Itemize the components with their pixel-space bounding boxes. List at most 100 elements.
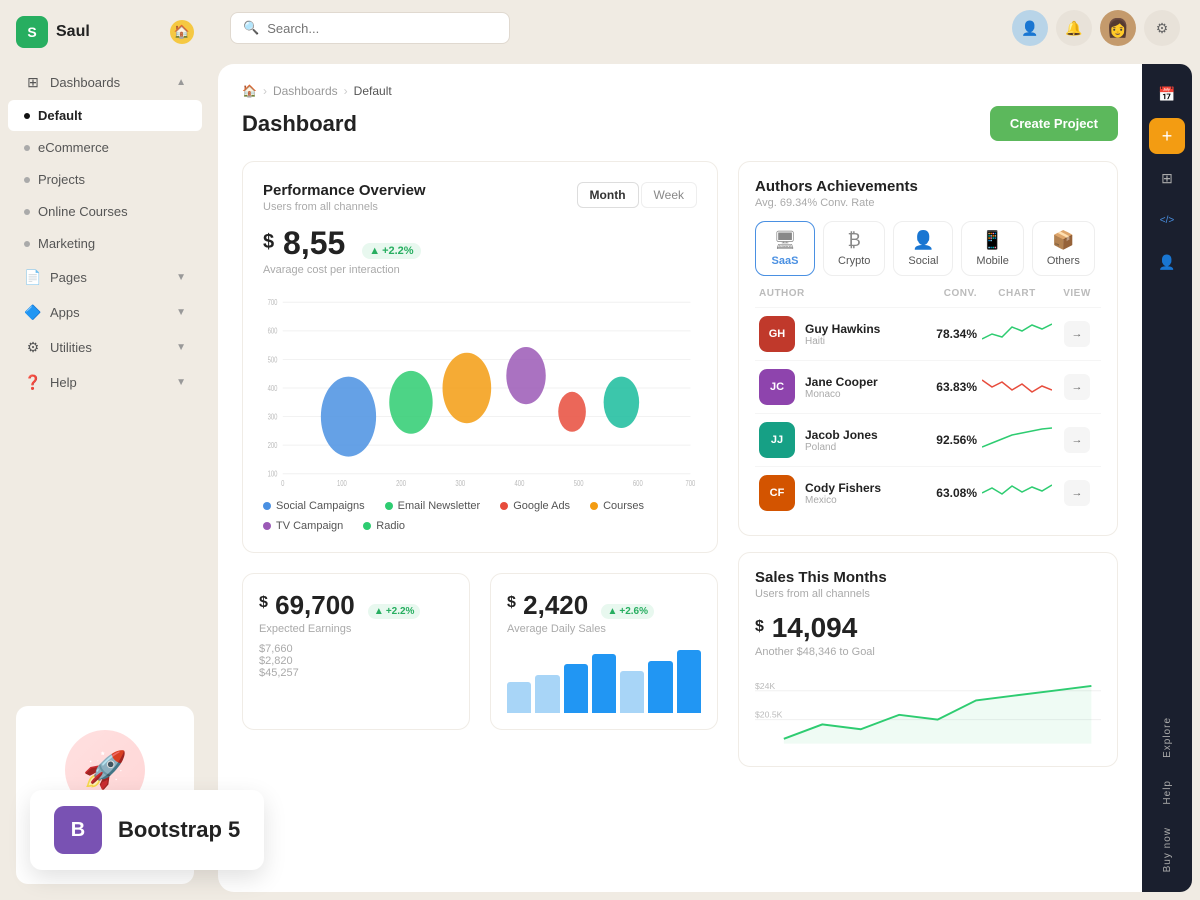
svg-text:100: 100	[268, 468, 278, 478]
sidebar-item-marketing[interactable]: Marketing	[8, 228, 202, 259]
chevron-icon: ▼	[176, 342, 186, 353]
svg-text:200: 200	[268, 440, 278, 450]
page-header: Dashboard Create Project	[242, 106, 1118, 141]
buy-now-label[interactable]: Buy now	[1162, 819, 1173, 880]
cat-tab-social[interactable]: 👤 Social	[893, 221, 953, 276]
col-right: Authors Achievements Avg. 69.34% Conv. R…	[738, 161, 1118, 767]
cat-tab-others[interactable]: 📦 Others	[1032, 221, 1095, 276]
sidebar-item-pages[interactable]: 📄 Pages ▼	[8, 260, 202, 294]
author-location: Monaco	[805, 389, 907, 400]
notifications-button[interactable]: 🔔	[1056, 10, 1092, 46]
tab-week[interactable]: Week	[641, 182, 697, 208]
bootstrap-label: Bootstrap 5	[118, 817, 240, 843]
breadcrumb-sep: ›	[263, 84, 267, 98]
bubble-google	[443, 353, 492, 423]
author-conv: 78.34%	[907, 327, 977, 341]
calendar-button[interactable]: 📅	[1149, 76, 1185, 112]
svg-text:400: 400	[515, 478, 525, 488]
content-area: 🏠 › Dashboards › Default Dashboard Creat…	[210, 56, 1200, 900]
sales-value: $ 14,094	[755, 612, 1101, 644]
breadcrumb-current: Default	[354, 84, 392, 98]
cat-tab-saas[interactable]: 🖥 SaaS	[755, 221, 815, 276]
legend-label: Google Ads	[513, 500, 570, 512]
bubble-chart-svg: 700 600 500 400 300 200 100 0 100 200	[263, 288, 697, 488]
tab-month[interactable]: Month	[577, 182, 639, 208]
sidebar-item-default[interactable]: Default	[8, 100, 202, 131]
author-info: Cody Fishers Mexico	[805, 481, 907, 506]
bar	[507, 682, 531, 714]
sidebar-logo: S Saul 🏠	[0, 0, 210, 60]
author-avatar: JC	[759, 369, 795, 405]
bar	[648, 661, 672, 714]
sales-chart: $24K $20.5K	[755, 670, 1101, 750]
chevron-icon: ▼	[176, 377, 186, 388]
person-button[interactable]: 👤	[1149, 244, 1185, 280]
badge-arrow: ▲	[607, 606, 617, 617]
sparkline-svg	[982, 425, 1052, 455]
cat-tab-mobile[interactable]: 📱 Mobile	[961, 221, 1023, 276]
daily-sales-label: Average Daily Sales	[507, 623, 701, 635]
author-name: Jane Cooper	[805, 375, 907, 389]
category-tabs: 🖥 SaaS ₿ Crypto 👤 Social	[755, 221, 1101, 276]
bar	[620, 671, 644, 713]
cat-label: Crypto	[838, 255, 870, 267]
sales-title: Sales This Months	[755, 569, 1101, 586]
search-box[interactable]: 🔍	[230, 12, 510, 44]
add-button[interactable]: +	[1149, 118, 1185, 154]
svg-text:$20.5K: $20.5K	[755, 710, 783, 720]
legend-label: Courses	[603, 500, 644, 512]
explore-label[interactable]: Explore	[1162, 709, 1173, 766]
metric-dollar: $	[263, 231, 274, 254]
legend-item: Google Ads	[500, 500, 570, 512]
sales-dollar: $	[755, 618, 764, 636]
sidebar-item-dashboards[interactable]: ⊞ Dashboards ▲	[8, 65, 202, 99]
author-chart	[977, 478, 1057, 508]
social-icon: 👤	[912, 230, 934, 251]
help-label[interactable]: Help	[1162, 772, 1173, 813]
sidebar-item-online-courses[interactable]: Online Courses	[8, 196, 202, 227]
author-view: →	[1057, 321, 1097, 347]
sidebar-item-apps[interactable]: 🔷 Apps ▼	[8, 295, 202, 329]
grid-button[interactable]: ⊞	[1149, 160, 1185, 196]
th-chart: CHART	[977, 288, 1057, 299]
earnings-badge: ▲ +2.2%	[368, 604, 421, 619]
bubble-chart: 700 600 500 400 300 200 100 0 100 200	[263, 288, 697, 488]
sidebar: S Saul 🏠 ⊞ Dashboards ▲ Default eCommerc…	[0, 0, 210, 900]
authors-title: Authors Achievements	[755, 178, 1101, 195]
chevron-icon: ▼	[176, 307, 186, 318]
view-button[interactable]: →	[1064, 427, 1090, 453]
sidebar-item-label: Utilities	[50, 340, 92, 355]
view-button[interactable]: →	[1064, 321, 1090, 347]
code-button[interactable]: </>	[1149, 202, 1185, 238]
sidebar-item-help[interactable]: ❓ Help ▼	[8, 365, 202, 399]
table-row: CF Cody Fishers Mexico 63.08%	[755, 466, 1101, 519]
sidebar-item-utilities[interactable]: ⚙ Utilities ▼	[8, 330, 202, 364]
cat-label: Others	[1047, 255, 1080, 267]
view-button[interactable]: →	[1064, 374, 1090, 400]
mobile-icon: 📱	[981, 230, 1003, 251]
sparkline-svg	[982, 478, 1052, 508]
breadcrumb-home-icon: 🏠	[242, 84, 257, 98]
perf-card-header: Performance Overview Users from all chan…	[263, 182, 697, 213]
legend-label: Radio	[376, 520, 405, 532]
saas-icon: 🖥	[774, 230, 797, 251]
sparkline-svg	[982, 372, 1052, 402]
breadcrumb-sep2: ›	[344, 84, 348, 98]
cat-tab-crypto[interactable]: ₿ Crypto	[823, 221, 885, 276]
stats-row: $ 69,700 ▲ +2.2% Expected Earnings	[242, 573, 718, 730]
sidebar-item-label: Dashboards	[50, 75, 120, 90]
view-button[interactable]: →	[1064, 480, 1090, 506]
create-project-button[interactable]: Create Project	[990, 106, 1118, 141]
legend-dot	[590, 502, 598, 510]
nav-dot	[24, 209, 30, 215]
svg-text:300: 300	[455, 478, 465, 488]
topbar-avatar[interactable]: 👩	[1100, 10, 1136, 46]
cat-label: Mobile	[976, 255, 1008, 267]
sidebar-item-projects[interactable]: Projects	[8, 164, 202, 195]
author-info: Jacob Jones Poland	[805, 428, 907, 453]
settings-button[interactable]: ⚙	[1144, 10, 1180, 46]
svg-text:600: 600	[633, 478, 643, 488]
topbar-avatar-small[interactable]: 👤	[1012, 10, 1048, 46]
sidebar-item-ecommerce[interactable]: eCommerce	[8, 132, 202, 163]
search-input[interactable]	[267, 21, 497, 36]
